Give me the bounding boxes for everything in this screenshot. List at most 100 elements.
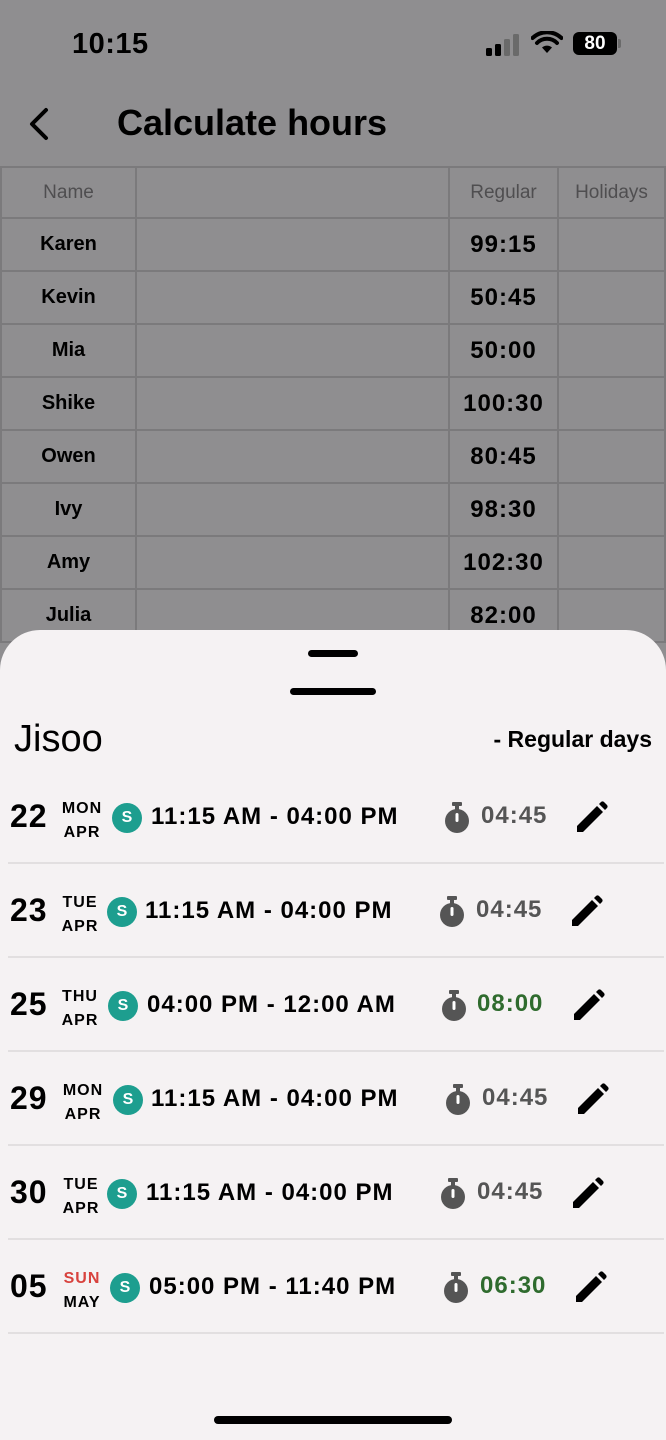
- sheet-day-type: - Regular days: [493, 726, 653, 752]
- blank-cell: [137, 431, 450, 482]
- stopwatch-icon: [440, 896, 464, 927]
- regular-hours: 82:00: [470, 601, 537, 629]
- column-header-holidays: Holidays: [559, 168, 666, 217]
- signal-icon: [486, 34, 519, 56]
- status-time: 10:15: [72, 28, 149, 60]
- table-row[interactable]: Karen 99:15: [0, 219, 666, 272]
- shift-list: 22 MON APR S 11:15 AM - 04:00 PM 04:45 2…: [0, 770, 666, 1334]
- entry-day: 30: [10, 1174, 48, 1210]
- wifi-icon: [531, 31, 563, 53]
- regular-hours: 80:45: [470, 442, 537, 470]
- list-item: 29 MON APR S 11:15 AM - 04:00 PM 04:45: [0, 1052, 666, 1146]
- holiday-hours: [559, 219, 666, 270]
- employee-name: Karen: [40, 233, 97, 255]
- entry-month: APR: [62, 1200, 100, 1217]
- entry-weekday: THU: [62, 988, 98, 1005]
- blank-cell: [137, 484, 450, 535]
- home-indicator[interactable]: [214, 1416, 452, 1424]
- stopwatch-icon: [446, 1084, 470, 1115]
- stopwatch-icon: [442, 990, 466, 1021]
- shift-badge: S: [110, 1273, 140, 1303]
- employee-name: Mia: [51, 339, 86, 361]
- employee-name: Ivy: [54, 498, 83, 520]
- entry-weekday: SUN: [63, 1270, 101, 1287]
- regular-hours: 102:30: [463, 548, 544, 576]
- entry-time-range: 04:00 PM - 12:00 AM: [147, 991, 396, 1018]
- shift-badge: S: [113, 1085, 143, 1115]
- entry-time-range: 11:15 AM - 04:00 PM: [151, 803, 399, 830]
- holiday-hours: [559, 272, 666, 323]
- holiday-hours: [559, 537, 666, 588]
- page-title: Calculate hours: [117, 102, 388, 143]
- entry-time-range: 11:15 AM - 04:00 PM: [146, 1179, 394, 1206]
- entry-time-range: 11:15 AM - 04:00 PM: [145, 897, 393, 924]
- entry-month: APR: [64, 1106, 102, 1123]
- table-header-row: Name Regular Holidays: [0, 166, 666, 219]
- battery-cap: [618, 39, 621, 48]
- sheet-grabber-icon[interactable]: [290, 648, 376, 695]
- stopwatch-icon: [444, 1272, 468, 1303]
- list-item: 30 TUE APR S 11:15 AM - 04:00 PM 04:45: [0, 1146, 666, 1240]
- shift-badge: S: [112, 803, 142, 833]
- list-item: 23 TUE APR S 11:15 AM - 04:00 PM 04:45: [0, 864, 666, 958]
- entry-day: 29: [10, 1080, 48, 1116]
- list-item: 25 THU APR S 04:00 PM - 12:00 AM 08:00: [0, 958, 666, 1052]
- blank-cell: [137, 219, 450, 270]
- employee-name: Kevin: [41, 286, 96, 308]
- table-row[interactable]: Owen 80:45: [0, 431, 666, 484]
- blank-cell: [137, 325, 450, 376]
- blank-cell: [137, 537, 450, 588]
- pencil-icon[interactable]: [569, 1176, 605, 1212]
- employee-name: Julia: [45, 604, 92, 626]
- table-row[interactable]: Amy 102:30: [0, 537, 666, 590]
- table-row[interactable]: Ivy 98:30: [0, 484, 666, 537]
- hours-table: Name Regular Holidays Karen 99:15 Kevin …: [0, 166, 666, 643]
- list-item: 05 SUN MAY S 05:00 PM - 11:40 PM 06:30: [0, 1240, 666, 1334]
- entry-time-range: 05:00 PM - 11:40 PM: [149, 1273, 397, 1300]
- entry-day: 25: [10, 986, 48, 1022]
- entry-duration: 04:45: [482, 1084, 549, 1111]
- entry-day: 22: [10, 798, 48, 834]
- shift-badge: S: [107, 1179, 137, 1209]
- pencil-icon[interactable]: [573, 800, 609, 836]
- shift-badge: S: [108, 991, 138, 1021]
- entry-duration: 04:45: [477, 1178, 544, 1205]
- holiday-hours: [559, 378, 666, 429]
- stopwatch-icon: [441, 1178, 465, 1209]
- pencil-icon[interactable]: [568, 894, 604, 930]
- employee-name: Amy: [46, 551, 91, 573]
- pencil-icon[interactable]: [574, 1082, 610, 1118]
- entry-duration: 04:45: [476, 896, 543, 923]
- regular-hours: 99:15: [470, 230, 537, 258]
- list-item: 22 MON APR S 11:15 AM - 04:00 PM 04:45: [0, 770, 666, 864]
- app-header: Calculate hours: [0, 90, 666, 166]
- entry-day: 23: [10, 892, 48, 928]
- entry-month: APR: [61, 918, 99, 935]
- sheet-employee-name: Jisoo: [14, 718, 103, 760]
- holiday-hours: [559, 484, 666, 535]
- entry-month: MAY: [63, 1294, 101, 1311]
- entry-day: 05: [10, 1268, 48, 1304]
- column-header-blank: [137, 168, 450, 217]
- back-arrow-icon[interactable]: [22, 104, 62, 144]
- pencil-icon[interactable]: [572, 1270, 608, 1306]
- battery-icon: 80: [573, 32, 617, 55]
- regular-hours: 100:30: [463, 389, 544, 417]
- shift-badge: S: [107, 897, 137, 927]
- employee-name: Owen: [41, 445, 96, 467]
- table-row[interactable]: Kevin 50:45: [0, 272, 666, 325]
- pencil-icon[interactable]: [570, 988, 606, 1024]
- entry-duration: 04:45: [481, 802, 548, 829]
- entry-weekday: TUE: [63, 1176, 99, 1193]
- divider: [8, 1332, 664, 1334]
- blank-cell: [137, 378, 450, 429]
- employee-name: Shike: [41, 392, 96, 414]
- table-row[interactable]: Shike 100:30: [0, 378, 666, 431]
- table-row[interactable]: Mia 50:00: [0, 325, 666, 378]
- entry-month: APR: [61, 1012, 99, 1029]
- shift-details-sheet: Jisoo - Regular days 22 MON APR S 11:15 …: [0, 630, 666, 1440]
- entry-month: APR: [63, 824, 101, 841]
- battery-level: 80: [584, 33, 606, 54]
- stopwatch-icon: [445, 802, 469, 833]
- blank-cell: [137, 272, 450, 323]
